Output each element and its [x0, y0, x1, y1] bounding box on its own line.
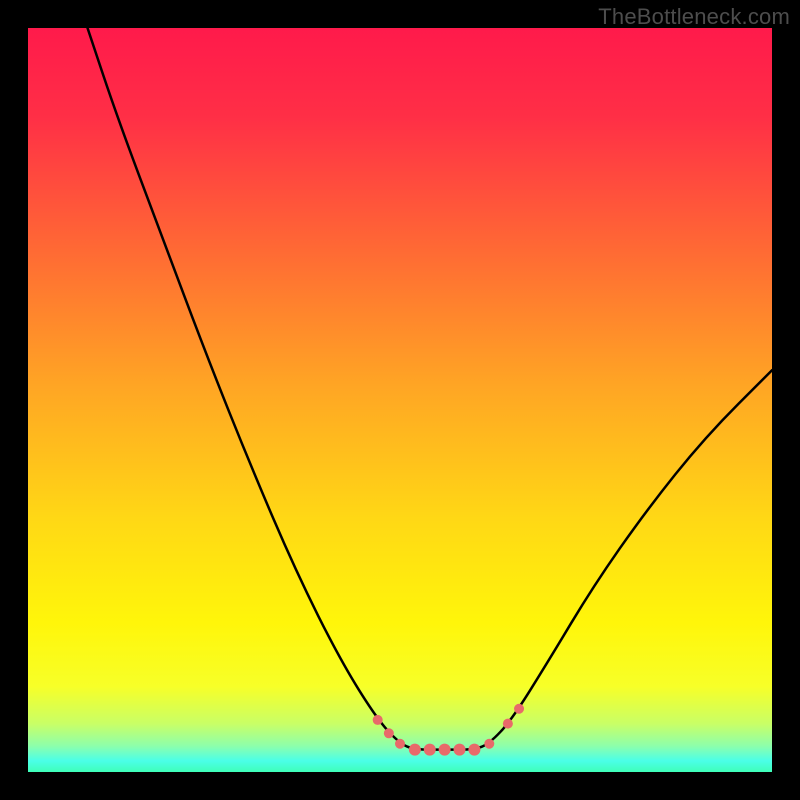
marker-dot: [439, 744, 451, 756]
marker-dot: [409, 744, 421, 756]
marker-dot: [454, 744, 466, 756]
marker-dot: [395, 739, 405, 749]
marker-dot: [484, 739, 494, 749]
marker-dot: [514, 704, 524, 714]
marker-dot: [468, 744, 480, 756]
chart-svg: [28, 28, 772, 772]
gradient-background: [28, 28, 772, 772]
chart-frame: TheBottleneck.com: [0, 0, 800, 800]
plot-area: [28, 28, 772, 772]
marker-dot: [384, 728, 394, 738]
watermark-text: TheBottleneck.com: [598, 4, 790, 30]
marker-dot: [424, 744, 436, 756]
marker-dot: [373, 715, 383, 725]
marker-dot: [503, 719, 513, 729]
